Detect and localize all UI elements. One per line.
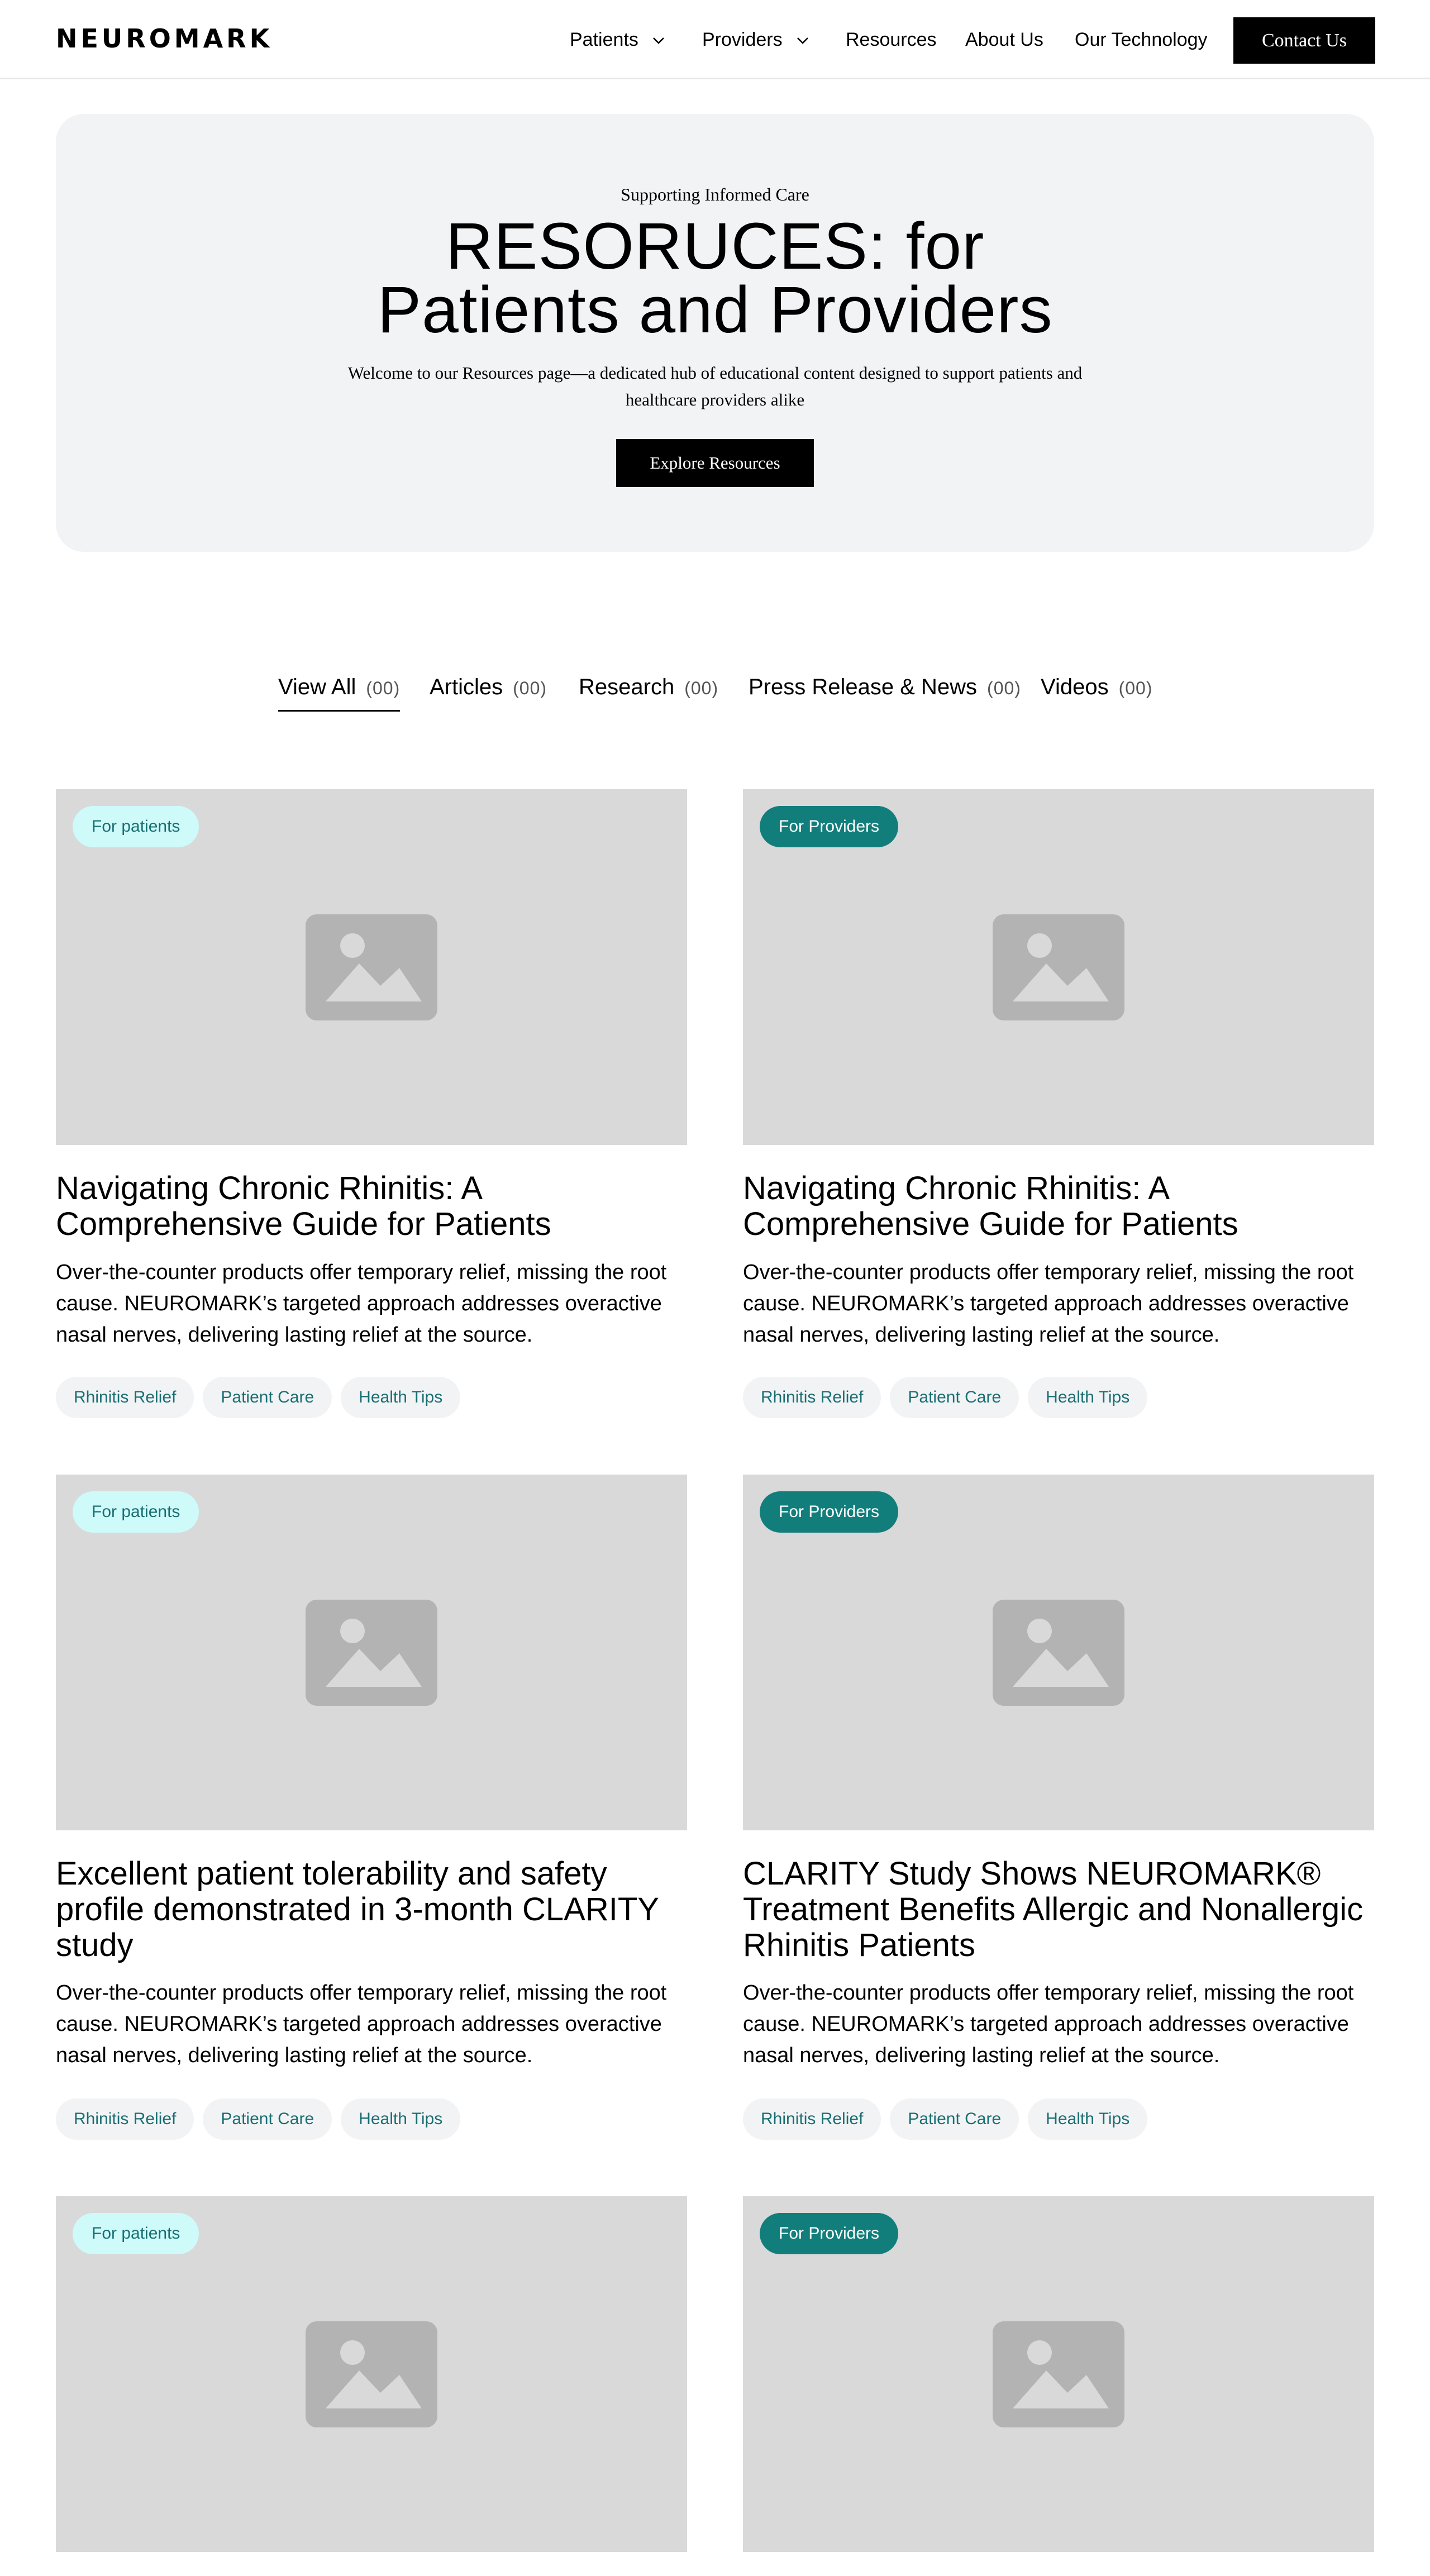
card-image[interactable]: For patients	[56, 789, 687, 1145]
card-description: Over-the-counter products offer temporar…	[56, 1261, 667, 1347]
card-image[interactable]: For Providers	[743, 789, 1374, 1145]
resource-tabs: View All (00) Articles (00) Research (00…	[0, 675, 1430, 719]
card-description: Over-the-counter products offer temporar…	[56, 1981, 667, 2067]
tab-videos[interactable]: Videos (00)	[1041, 675, 1153, 710]
tag-chip[interactable]: Rhinitis Relief	[56, 2098, 194, 2140]
chevron-down-icon	[652, 37, 664, 44]
nav-patients[interactable]: Patients	[570, 29, 666, 51]
card-title[interactable]: Navigating Chronic Rhinitis: A Comprehen…	[56, 1171, 687, 1242]
tab-view-all[interactable]: View All (00)	[278, 675, 401, 712]
audience-badge: For Providers	[760, 806, 899, 847]
tag-chip[interactable]: Health Tips	[341, 2098, 461, 2140]
chevron-down-icon	[797, 37, 808, 44]
tab-label: View All	[278, 675, 356, 699]
tag-chip[interactable]: Rhinitis Relief	[743, 2098, 881, 2140]
image-placeholder-icon	[993, 1600, 1124, 1706]
page-title-line-2: Patients and Providers	[377, 273, 1053, 347]
card-description: Over-the-counter products offer temporar…	[743, 1261, 1354, 1347]
tag-chip[interactable]: Patient Care	[890, 2098, 1019, 2140]
image-placeholder-icon	[306, 1600, 437, 1706]
audience-badge: For Providers	[760, 2213, 899, 2254]
audience-badge: For patients	[73, 1491, 199, 1533]
card-tags: Rhinitis Relief Patient Care Health Tips	[743, 1377, 1148, 1418]
tab-research[interactable]: Research (00)	[579, 675, 718, 710]
card-tags: Rhinitis Relief Patient Care Health Tips	[56, 2098, 461, 2140]
nav-patients-label: Patients	[570, 29, 638, 50]
contact-button[interactable]: Contact Us	[1233, 17, 1375, 64]
card-description: Over-the-counter products offer temporar…	[743, 1981, 1354, 2067]
tab-articles[interactable]: Articles (00)	[430, 675, 547, 710]
explore-resources-button[interactable]: Explore Resources	[616, 439, 814, 487]
tag-chip[interactable]: Health Tips	[1028, 1377, 1148, 1418]
card-title[interactable]: Navigating Chronic Rhinitis: A Comprehen…	[743, 1171, 1374, 1242]
tab-count: (00)	[513, 678, 547, 698]
site-header: NEUROMARK Patients Providers Resources A…	[0, 0, 1430, 79]
tab-count: (00)	[684, 678, 719, 698]
tag-chip[interactable]: Health Tips	[341, 1377, 461, 1418]
card-image[interactable]: For patients	[56, 2196, 687, 2552]
card-title[interactable]: Excellent patient tolerability and safet…	[56, 1856, 687, 1963]
image-placeholder-icon	[306, 2321, 437, 2427]
card-tags: Rhinitis Relief Patient Care Health Tips	[56, 1377, 461, 1418]
hero-section: Supporting Informed Care RESORUCES: for …	[56, 114, 1374, 552]
tag-chip[interactable]: Patient Care	[203, 2098, 332, 2140]
tag-chip[interactable]: Rhinitis Relief	[56, 1377, 194, 1418]
tag-chip[interactable]: Patient Care	[203, 1377, 332, 1418]
image-placeholder-icon	[306, 914, 437, 1020]
hero-kicker: Supporting Informed Care	[621, 184, 809, 204]
tab-label: Articles	[430, 675, 503, 699]
page-title: RESORUCES: for Patients and Providers	[56, 209, 1374, 347]
tab-count: (00)	[987, 678, 1021, 698]
card-image[interactable]: For patients	[56, 1475, 687, 1830]
tab-label: Research	[579, 675, 675, 699]
image-placeholder-icon	[993, 914, 1124, 1020]
nav-technology[interactable]: Our Technology	[1075, 29, 1208, 51]
tag-chip[interactable]: Rhinitis Relief	[743, 1377, 881, 1418]
nav-about[interactable]: About Us	[965, 29, 1043, 51]
card-image[interactable]: For Providers	[743, 2196, 1374, 2552]
card-title[interactable]: CLARITY Study Shows NEUROMARK® Treatment…	[743, 1856, 1374, 1963]
tab-count: (00)	[1118, 678, 1153, 698]
hero-description: Welcome to our Resources page—a dedicate…	[347, 363, 1083, 409]
page-title-line-1: RESORUCES: for	[445, 209, 985, 283]
audience-badge: For patients	[73, 2213, 199, 2254]
card-image[interactable]: For Providers	[743, 1475, 1374, 1830]
tag-chip[interactable]: Patient Care	[890, 1377, 1019, 1418]
tab-label: Videos	[1041, 675, 1109, 699]
image-placeholder-icon	[993, 2321, 1124, 2427]
card-tags: Rhinitis Relief Patient Care Health Tips	[743, 2098, 1148, 2140]
nav-providers-label: Providers	[702, 29, 783, 50]
tab-label: Press Release & News	[749, 675, 978, 699]
tag-chip[interactable]: Health Tips	[1028, 2098, 1148, 2140]
nav-resources[interactable]: Resources	[846, 29, 937, 51]
audience-badge: For patients	[73, 806, 199, 847]
audience-badge: For Providers	[760, 1491, 899, 1533]
tab-count: (00)	[366, 678, 401, 698]
nav-providers[interactable]: Providers	[702, 29, 811, 51]
tab-press-release-news[interactable]: Press Release & News (00)	[749, 675, 1021, 710]
main-nav: Patients Providers Resources About Us Ou…	[0, 0, 1430, 79]
